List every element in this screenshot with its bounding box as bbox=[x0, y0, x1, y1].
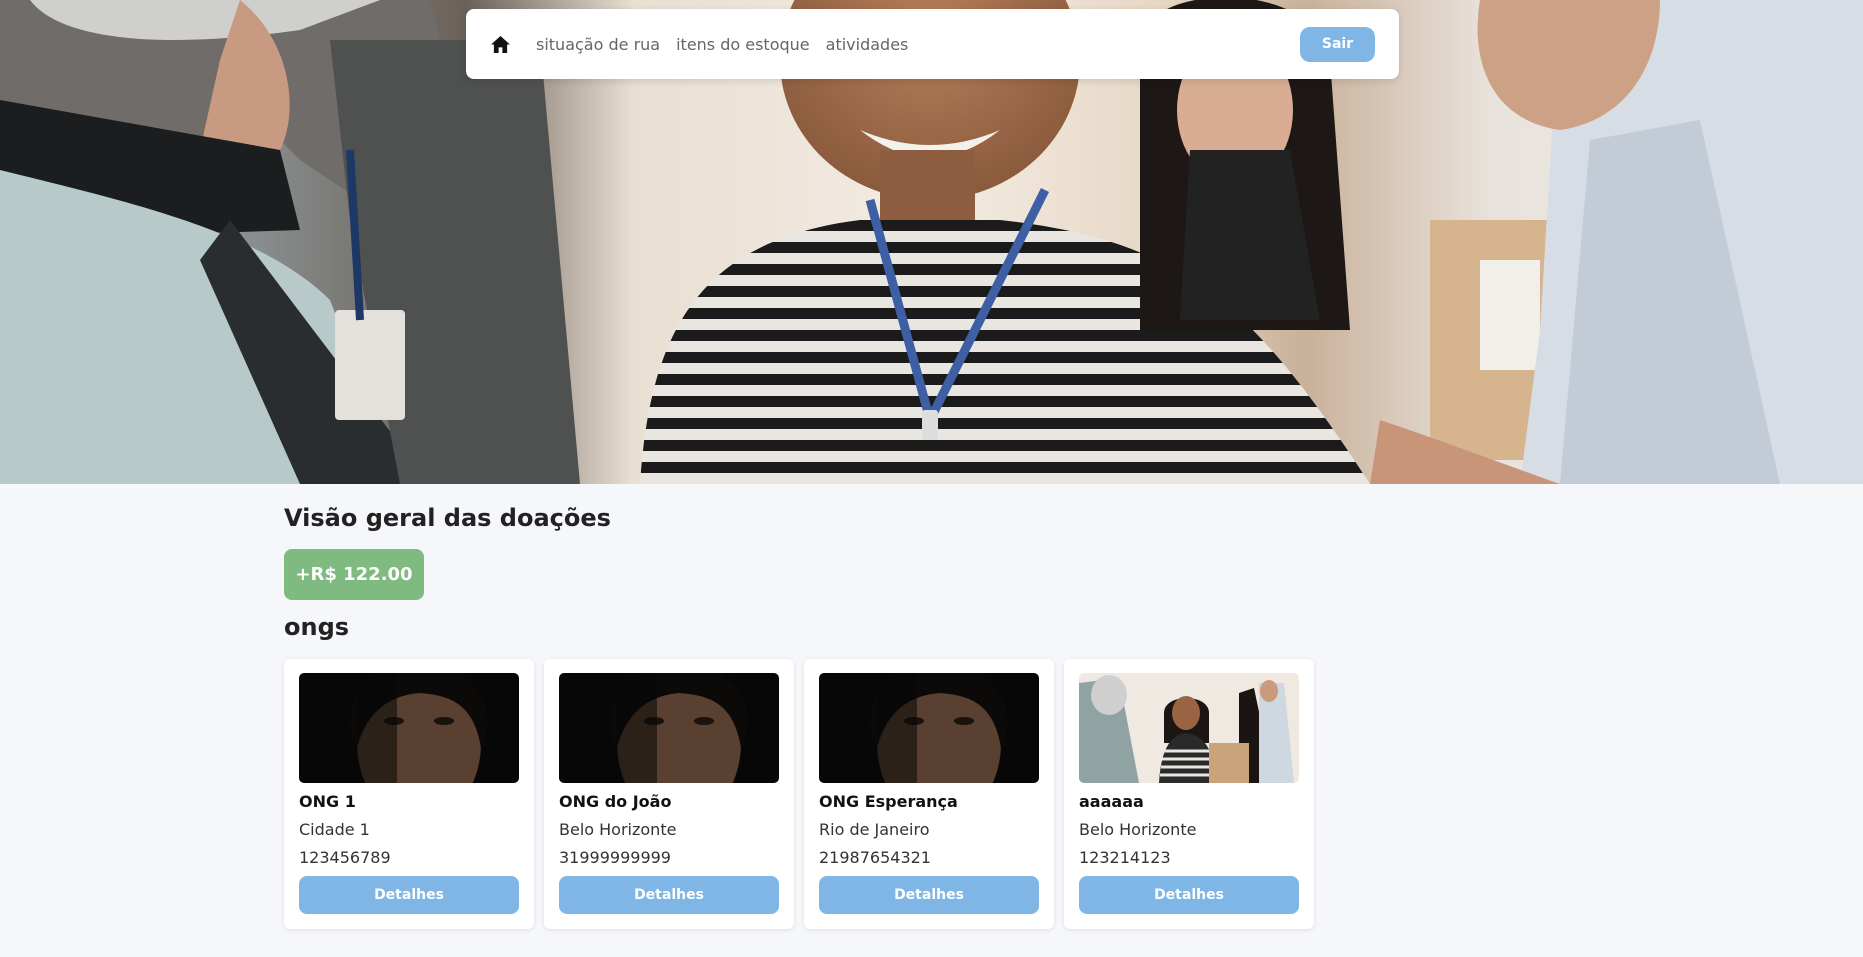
donation-total-badge: +R$ 122.00 bbox=[284, 549, 424, 600]
ong-city: Cidade 1 bbox=[299, 820, 370, 839]
details-button[interactable]: Detalhes bbox=[819, 876, 1039, 914]
details-button[interactable]: Detalhes bbox=[1079, 876, 1299, 914]
ong-card-image bbox=[559, 673, 779, 783]
ongs-card-list: ONG 1 Cidade 1 123456789 Detalhes ONG do… bbox=[284, 659, 1314, 929]
ong-city: Rio de Janeiro bbox=[819, 820, 930, 839]
ong-card-image bbox=[1079, 673, 1299, 783]
details-button[interactable]: Detalhes bbox=[299, 876, 519, 914]
ong-phone: 31999999999 bbox=[559, 848, 671, 867]
ong-name: aaaaaa bbox=[1079, 792, 1144, 811]
nav-link-itens-do-estoque[interactable]: itens do estoque bbox=[676, 35, 810, 54]
ong-card: aaaaaa Belo Horizonte 123214123 Detalhes bbox=[1064, 659, 1314, 929]
ong-phone: 123456789 bbox=[299, 848, 391, 867]
ong-phone: 123214123 bbox=[1079, 848, 1171, 867]
details-button[interactable]: Detalhes bbox=[559, 876, 779, 914]
ong-city: Belo Horizonte bbox=[559, 820, 677, 839]
ong-phone: 21987654321 bbox=[819, 848, 931, 867]
nav-link-atividades[interactable]: atividades bbox=[826, 35, 909, 54]
ong-name: ONG Esperança bbox=[819, 792, 958, 811]
ong-card: ONG 1 Cidade 1 123456789 Detalhes bbox=[284, 659, 534, 929]
home-link[interactable] bbox=[488, 32, 512, 56]
ongs-title: ongs bbox=[284, 613, 350, 641]
ong-card: ONG do João Belo Horizonte 31999999999 D… bbox=[544, 659, 794, 929]
top-navbar: situação de rua itens do estoque ativida… bbox=[466, 9, 1399, 79]
ong-city: Belo Horizonte bbox=[1079, 820, 1197, 839]
ong-card-image bbox=[299, 673, 519, 783]
nav-link-situacao-de-rua[interactable]: situação de rua bbox=[536, 35, 660, 54]
ong-name: ONG do João bbox=[559, 792, 672, 811]
ong-card-image bbox=[819, 673, 1039, 783]
ong-name: ONG 1 bbox=[299, 792, 356, 811]
home-icon bbox=[490, 35, 510, 53]
logout-button[interactable]: Sair bbox=[1300, 26, 1375, 62]
donations-title: Visão geral das doações bbox=[284, 504, 611, 532]
ong-card: ONG Esperança Rio de Janeiro 21987654321… bbox=[804, 659, 1054, 929]
